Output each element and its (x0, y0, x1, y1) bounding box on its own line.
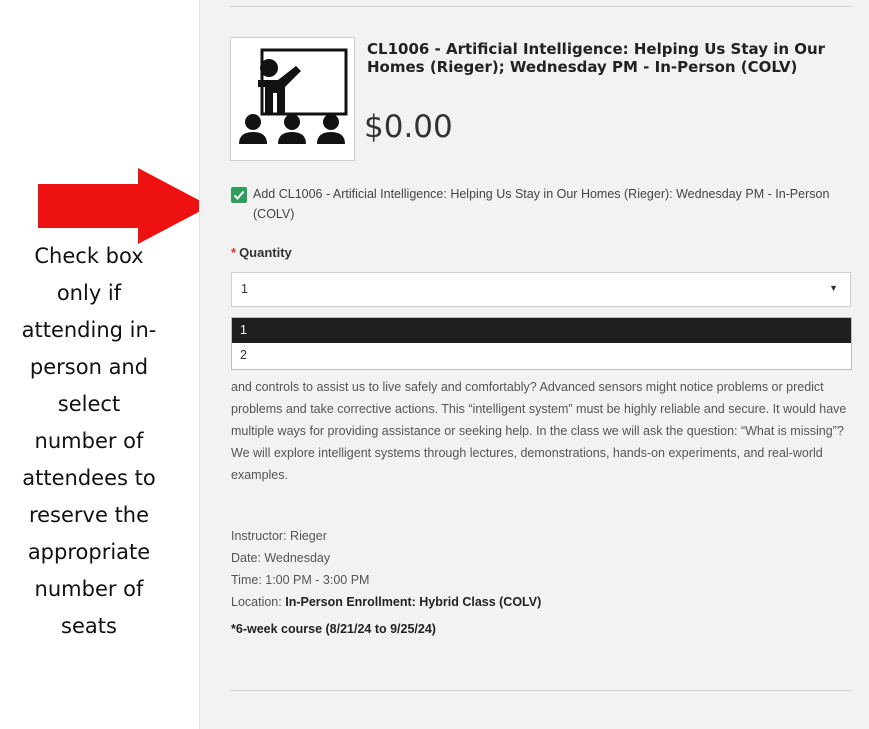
red-arrow-icon (38, 168, 210, 244)
location-label: Location: (231, 595, 286, 609)
annotation-line: person and (29, 355, 149, 379)
location-line: Location: In-Person Enrollment: Hybrid C… (231, 591, 851, 613)
quantity-select-value: 1 (241, 282, 248, 296)
caret-down-icon: ▼ (829, 283, 838, 293)
annotation-line: select (57, 392, 121, 416)
course-details: Instructor: Rieger Date: Wednesday Time:… (231, 525, 851, 613)
annotation-line: seats (61, 614, 117, 638)
product-panel: CL1006 - Artificial Intelligence: Helpin… (199, 0, 869, 729)
date-line: Date: Wednesday (231, 551, 331, 565)
course-duration-note: *6-week course (8/21/24 to 9/25/24) (231, 622, 436, 636)
classroom-presentation-icon (239, 48, 348, 144)
quantity-option-2[interactable]: 2 (232, 343, 851, 368)
quantity-select[interactable]: 1 ▼ (231, 272, 851, 307)
annotation-line: appropriate (27, 540, 151, 564)
add-item-checkbox[interactable] (231, 187, 247, 203)
add-item-label[interactable]: Add CL1006 - Artificial Intelligence: He… (253, 184, 851, 224)
annotation-line: number of (34, 577, 144, 601)
annotation-line: reserve the (28, 503, 150, 527)
quantity-label: * Quantity (231, 245, 292, 260)
annotation-line: number of (34, 429, 144, 453)
quantity-option-1[interactable]: 1 (232, 318, 851, 343)
required-marker: * (231, 245, 237, 260)
time-line: Time: 1:00 PM - 3:00 PM (231, 573, 370, 587)
annotation-line: only if (56, 281, 122, 305)
quantity-dropdown: 1 2 (231, 317, 852, 370)
annotation-line: attendees to (22, 466, 156, 490)
product-price: $0.00 (364, 109, 453, 145)
product-title: CL1006 - Artificial Intelligence: Helpin… (367, 40, 826, 76)
divider (230, 6, 852, 7)
course-description: and controls to assist us to live safely… (231, 380, 847, 482)
checkmark-icon (233, 190, 245, 200)
location-value: In-Person Enrollment: Hybrid Class (COLV… (285, 595, 542, 609)
annotation-line: Check box (34, 244, 144, 268)
quantity-label-text: Quantity (239, 245, 292, 260)
instructor-line: Instructor: Rieger (231, 529, 327, 543)
divider (230, 690, 852, 691)
instruction-annotation: Check box only if attending in- person a… (0, 238, 178, 645)
product-thumbnail (230, 37, 355, 161)
annotation-line: attending in- (21, 318, 157, 342)
